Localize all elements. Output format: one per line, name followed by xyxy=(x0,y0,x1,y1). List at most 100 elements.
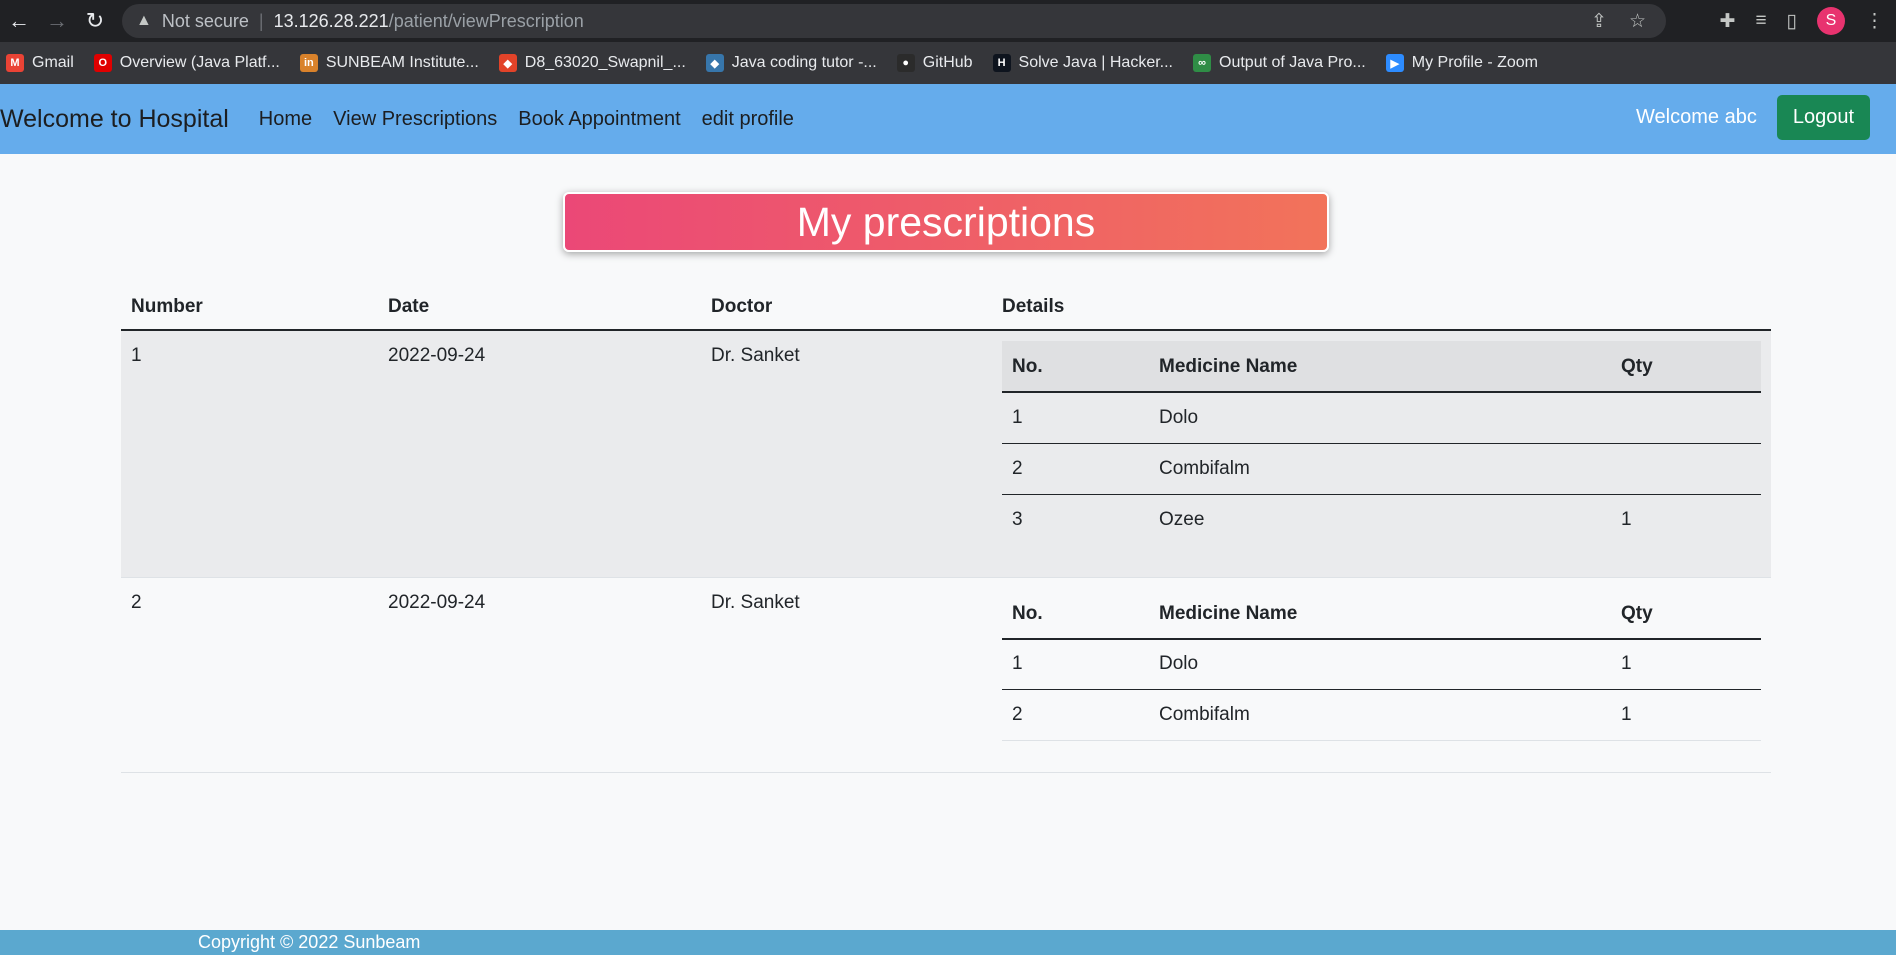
bookmark-label: Overview (Java Platf... xyxy=(119,54,280,71)
forward-icon[interactable]: → xyxy=(38,0,76,42)
url-host: 13.126.28.221 xyxy=(273,10,389,31)
bookmark-label: SUNBEAM Institute... xyxy=(325,54,479,71)
bookmark-icon: ∞ xyxy=(1193,54,1211,72)
nav-edit-profile[interactable]: edit profile xyxy=(702,108,794,131)
footer: Copyright © 2022 Sunbeam xyxy=(0,930,1896,955)
medicine-name: Ozee xyxy=(1149,494,1611,545)
reload-icon[interactable]: ↻ xyxy=(76,0,114,42)
medicine-name: Combifalm xyxy=(1149,443,1611,495)
bookmark-icon: H xyxy=(992,54,1011,72)
medicine-row: 1 Dolo xyxy=(1002,392,1761,444)
medicine-header-no: No. xyxy=(1002,341,1149,393)
bookmark-item[interactable]: ▶ My Profile - Zoom xyxy=(1385,54,1538,72)
address-bar[interactable]: ▲ Not secure | 13.126.28.221 /patient/vi… xyxy=(122,4,1666,38)
profile-avatar[interactable]: S xyxy=(1817,7,1845,35)
bookmark-item[interactable]: M Gmail xyxy=(6,54,74,72)
bookmark-item[interactable]: ∞ Output of Java Pro... xyxy=(1193,54,1366,72)
browser-toolbar: ← → ↻ ▲ Not secure | 13.126.28.221 /pati… xyxy=(0,0,1896,42)
medicine-no: 1 xyxy=(1002,638,1149,690)
medicine-qty: 1 xyxy=(1611,494,1761,545)
medicine-header-row: No. Medicine Name Qty xyxy=(1002,341,1761,393)
header-doctor: Doctor xyxy=(701,285,992,331)
page-title: My prescriptions xyxy=(563,192,1329,252)
medicine-header-qty: Qty xyxy=(1611,341,1761,393)
cell-details: No. Medicine Name Qty 1 Dolo 1 2 Combifalm 1 xyxy=(992,577,1771,773)
bookmark-icon: M xyxy=(6,54,24,72)
bookmark-label: Solve Java | Hacker... xyxy=(1018,54,1173,71)
bookmark-item[interactable]: O Overview (Java Platf... xyxy=(93,54,280,72)
medicine-row: 3 Ozee 1 xyxy=(1002,494,1761,545)
medicine-no: 2 xyxy=(1002,689,1149,741)
brand[interactable]: Welcome to Hospital xyxy=(0,105,229,134)
menu-icon[interactable]: ⋮ xyxy=(1865,10,1884,33)
cell-date: 2022-09-24 xyxy=(378,330,701,578)
header-number: Number xyxy=(121,285,378,331)
star-icon[interactable]: ☆ xyxy=(1629,10,1646,33)
medicine-header-medicine-name: Medicine Name xyxy=(1149,587,1611,640)
bookmark-label: My Profile - Zoom xyxy=(1411,54,1538,71)
bookmark-item[interactable]: H Solve Java | Hacker... xyxy=(992,54,1173,72)
bookmark-item[interactable]: ◆ Java coding tutor -... xyxy=(705,54,877,72)
back-icon[interactable]: ← xyxy=(0,0,38,42)
bookmark-icon: ● xyxy=(896,54,915,72)
medicine-table: No. Medicine Name Qty 1 Dolo 1 2 Combifalm 1 xyxy=(1002,587,1761,741)
cell-details: No. Medicine Name Qty 1 Dolo 2 Combifalm 3 Ozee 1 xyxy=(992,330,1771,578)
cell-doctor: Dr. Sanket xyxy=(701,330,992,578)
header-date: Date xyxy=(378,285,701,331)
warning-icon: ▲ xyxy=(136,12,152,29)
medicine-name: Dolo xyxy=(1149,392,1611,444)
medicine-table: No. Medicine Name Qty 1 Dolo 2 Combifalm 3 Ozee 1 xyxy=(1002,341,1761,545)
side-panel-icon[interactable]: ▯ xyxy=(1787,10,1797,33)
medicine-header-medicine-name: Medicine Name xyxy=(1149,341,1611,393)
extensions-icon[interactable]: ✚ xyxy=(1720,10,1736,33)
welcome-text: Welcome abc xyxy=(1636,106,1757,128)
nav-view-prescriptions[interactable]: View Prescriptions xyxy=(333,108,497,131)
bookmark-icon: O xyxy=(93,54,112,72)
medicine-qty xyxy=(1611,392,1761,444)
table-header-row: Number Date Doctor Details xyxy=(121,285,1771,331)
medicine-name: Combifalm xyxy=(1149,689,1611,741)
cell-number: 2 xyxy=(121,577,378,773)
prescriptions-table: Number Date Doctor Details 1 2022-09-24 Dr… xyxy=(121,285,1771,773)
bookmark-item[interactable]: ◆ D8_63020_Swapnil_... xyxy=(498,54,686,72)
bookmark-icon: ▶ xyxy=(1385,54,1404,72)
medicine-name: Dolo xyxy=(1149,638,1611,690)
medicine-no: 3 xyxy=(1002,494,1149,545)
url-path: /patient/viewPrescription xyxy=(388,10,584,31)
cell-number: 1 xyxy=(121,330,378,578)
header-details: Details xyxy=(992,285,1771,331)
medicine-qty xyxy=(1611,443,1761,495)
reading-list-icon[interactable]: ≡ xyxy=(1755,10,1766,32)
medicine-header-no: No. xyxy=(1002,587,1149,640)
security-label: Not secure xyxy=(161,10,249,31)
medicine-no: 1 xyxy=(1002,392,1149,444)
medicine-qty: 1 xyxy=(1611,689,1761,741)
nav-home[interactable]: Home xyxy=(259,108,312,131)
bookmarks-bar: M Gmail O Overview (Java Platf... in SUNBEAM … xyxy=(0,42,1896,84)
logout-button[interactable]: Logout xyxy=(1776,95,1870,140)
bookmark-icon: in xyxy=(299,54,318,72)
medicine-qty: 1 xyxy=(1611,638,1761,690)
medicine-header-row: No. Medicine Name Qty xyxy=(1002,587,1761,640)
bookmark-label: Output of Java Pro... xyxy=(1219,54,1366,71)
bookmark-label: Java coding tutor -... xyxy=(731,54,877,71)
bookmark-label: Gmail xyxy=(32,54,74,71)
bookmark-icon: ◆ xyxy=(498,54,517,72)
app-navbar: Welcome to Hospital Home View Prescripti… xyxy=(0,84,1896,154)
bookmark-item[interactable]: ● GitHub xyxy=(896,54,973,72)
cell-doctor: Dr. Sanket xyxy=(701,577,992,773)
table-row: 2 2022-09-24 Dr. Sanket No. Medicine Name Qty… xyxy=(121,577,1771,773)
bookmark-item[interactable]: in SUNBEAM Institute... xyxy=(299,54,479,72)
medicine-row: 1 Dolo 1 xyxy=(1002,638,1761,690)
separator: | xyxy=(258,10,264,31)
bookmark-label: D8_63020_Swapnil_... xyxy=(524,54,686,71)
nav-book-appointment[interactable]: Book Appointment xyxy=(518,108,680,131)
medicine-row: 2 Combifalm xyxy=(1002,443,1761,495)
table-row: 1 2022-09-24 Dr. Sanket No. Medicine Name Qty… xyxy=(121,330,1771,578)
bookmark-label: GitHub xyxy=(922,54,973,71)
medicine-no: 2 xyxy=(1002,443,1149,495)
cell-date: 2022-09-24 xyxy=(378,577,701,773)
share-icon[interactable]: ⇪ xyxy=(1591,10,1607,33)
medicine-header-qty: Qty xyxy=(1611,587,1761,640)
bookmark-icon: ◆ xyxy=(705,54,724,72)
